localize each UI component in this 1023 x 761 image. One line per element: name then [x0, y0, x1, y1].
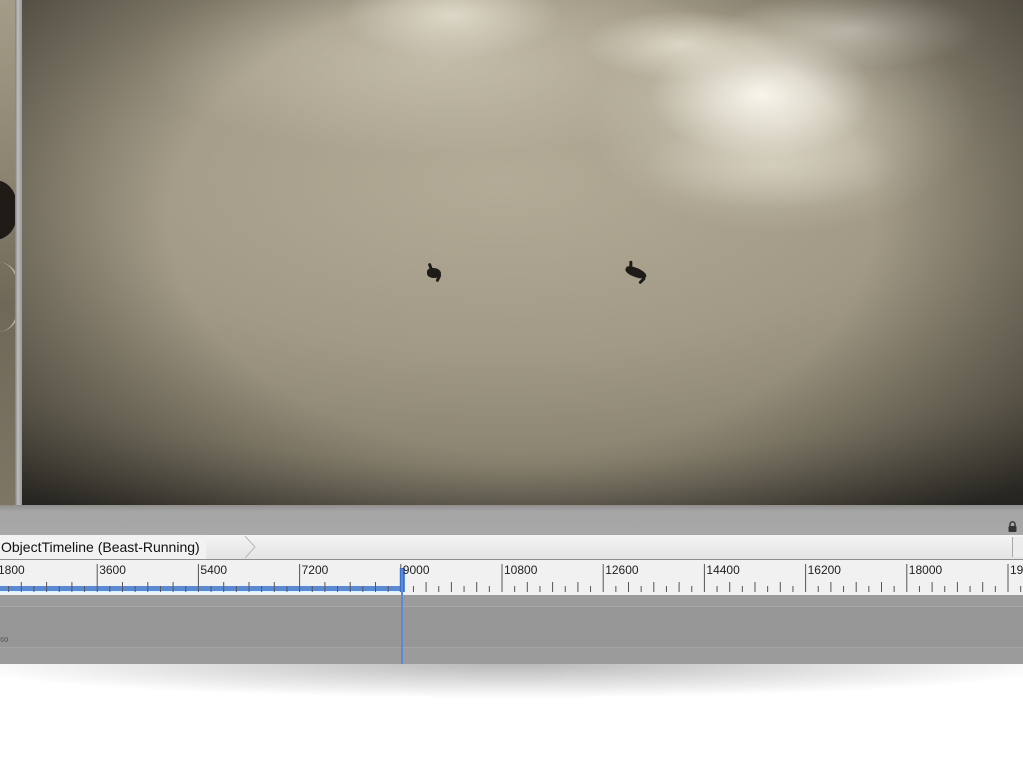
ruler-tick-label: 3600 — [99, 563, 126, 577]
ruler-tick-label: 10800 — [504, 563, 538, 577]
timeline-tab-bar: ObjectTimeline (Beast-Running) — [0, 535, 1023, 560]
scene-creature[interactable] — [427, 268, 441, 278]
editor-separator-bar — [0, 505, 1023, 535]
ruler-tick-label: 9000 — [402, 563, 430, 577]
timeline-track-area[interactable]: ∞ — [0, 595, 1023, 664]
ruler-tick-label: 14400 — [706, 563, 740, 577]
infinity-icon: ∞ — [0, 632, 9, 646]
ruler-tick-label: 5400 — [200, 563, 228, 577]
breadcrumb-chevron-icon — [244, 535, 256, 559]
ruler-tick-label: 1800 — [0, 563, 25, 577]
scene-viewport[interactable] — [22, 0, 1023, 505]
timeline-tab-scroll-edge[interactable] — [1012, 537, 1023, 557]
panel-splitter[interactable] — [15, 0, 22, 505]
timeline-track-row[interactable]: ∞ — [0, 606, 1023, 648]
ruler-tick-label: 18000 — [908, 563, 943, 577]
ruler-tick-label: 19 — [1010, 563, 1023, 577]
timeline-progress-fill — [0, 586, 401, 591]
left-panel-preview — [0, 0, 15, 505]
ruler-tick-label: 16200 — [807, 563, 841, 577]
window-drop-shadow — [0, 664, 1023, 714]
lock-icon[interactable] — [1007, 521, 1018, 532]
preview-light-shape — [0, 262, 15, 332]
ruler-tick-label: 12600 — [605, 563, 639, 577]
timeline-ruler[interactable]: 1800 3600 5400 7200 9000 10800 12600 14400 16200… — [0, 560, 1023, 595]
playhead-line[interactable] — [400, 569, 403, 664]
timeline-breadcrumb[interactable]: ObjectTimeline (Beast-Running) — [0, 535, 206, 559]
ruler-tick-label: 7200 — [301, 563, 329, 577]
viewport-vignette — [22, 0, 1023, 505]
preview-dark-shape — [0, 180, 15, 240]
object-timeline-panel: ObjectTimeline (Beast-Running) 1800 3600 5… — [0, 535, 1023, 664]
